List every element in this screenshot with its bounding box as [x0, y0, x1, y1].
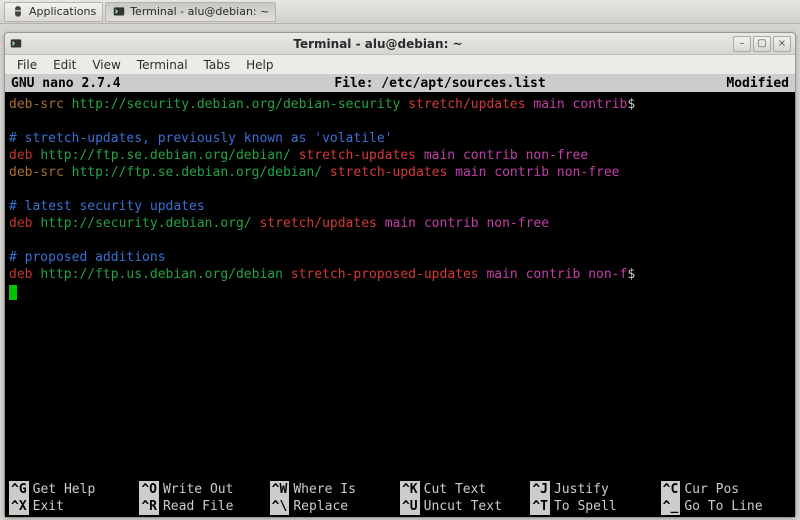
minimize-button[interactable]: –: [733, 36, 751, 52]
nano-key-go-to-line: ^_Go To Line: [661, 498, 791, 515]
menu-help[interactable]: Help: [240, 57, 279, 73]
key-label: Read File: [163, 498, 233, 515]
close-button[interactable]: ×: [773, 36, 791, 52]
terminal-window: Terminal - alu@debian: ~ – ▢ × FileEditV…: [4, 32, 796, 518]
key-label: Cut Text: [424, 481, 487, 498]
key-label: Uncut Text: [424, 498, 502, 515]
nano-key-to-spell: ^TTo Spell: [530, 498, 660, 515]
key-label: Exit: [33, 498, 64, 515]
nano-title-version: GNU nano 2.7.4: [11, 75, 211, 92]
source-line: deb http://ftp.se.debian.org/debian/ str…: [9, 147, 791, 164]
menu-terminal[interactable]: Terminal: [131, 57, 194, 73]
key-label: Get Help: [33, 481, 96, 498]
nano-key-cut-text: ^KCut Text: [400, 481, 530, 498]
key-label: Cur Pos: [684, 481, 739, 498]
key-combo: ^G: [9, 481, 29, 498]
key-label: Where Is: [293, 481, 356, 498]
nano-title-filename: File: /etc/apt/sources.list: [211, 75, 669, 92]
key-combo: ^K: [400, 481, 420, 498]
applications-menu-button[interactable]: Applications: [4, 2, 103, 22]
nano-key-where-is: ^WWhere Is: [270, 481, 400, 498]
nano-key-cur-pos: ^CCur Pos: [661, 481, 791, 498]
menu-edit[interactable]: Edit: [47, 57, 82, 73]
key-combo: ^R: [139, 498, 159, 515]
key-combo: ^_: [661, 498, 681, 515]
source-line: [9, 181, 791, 198]
key-label: To Spell: [554, 498, 617, 515]
menu-file[interactable]: File: [11, 57, 43, 73]
source-line: # latest security updates: [9, 198, 791, 215]
key-combo: ^C: [661, 481, 681, 498]
source-line: # proposed additions: [9, 249, 791, 266]
terminal-icon: [9, 37, 23, 51]
nano-key-uncut-text: ^UUncut Text: [400, 498, 530, 515]
nano-key-get-help: ^GGet Help: [9, 481, 139, 498]
text-cursor: [9, 285, 17, 300]
nano-keybar: ^GGet Help^OWrite Out^WWhere Is^KCut Tex…: [5, 481, 795, 517]
nano-key-replace: ^\Replace: [270, 498, 400, 515]
terminal-body[interactable]: GNU nano 2.7.4 File: /etc/apt/sources.li…: [5, 75, 795, 517]
nano-buffer[interactable]: deb-src http://security.debian.org/debia…: [5, 92, 795, 481]
source-line: deb-src http://security.debian.org/debia…: [9, 96, 791, 113]
window-title: Terminal - alu@debian: ~: [29, 37, 727, 51]
source-line: [9, 113, 791, 130]
key-combo: ^\: [270, 498, 290, 515]
cursor-line: [9, 283, 791, 300]
key-label: Write Out: [163, 481, 233, 498]
taskbar-entry-terminal[interactable]: Terminal - alu@debian: ~: [105, 2, 276, 22]
source-line: deb http://security.debian.org/ stretch/…: [9, 215, 791, 232]
maximize-button[interactable]: ▢: [753, 36, 771, 52]
source-line: # stretch-updates, previously known as '…: [9, 130, 791, 147]
source-line: [9, 232, 791, 249]
key-combo: ^W: [270, 481, 290, 498]
key-label: Replace: [293, 498, 348, 515]
nano-key-justify: ^JJustify: [530, 481, 660, 498]
key-combo: ^J: [530, 481, 550, 498]
taskbar-entry-label: Terminal - alu@debian: ~: [130, 5, 269, 18]
window-controls: – ▢ ×: [733, 36, 791, 52]
source-line: deb-src http://ftp.se.debian.org/debian/…: [9, 164, 791, 181]
mouse-icon: [11, 5, 25, 19]
system-taskbar: Applications Terminal - alu@debian: ~: [0, 0, 800, 24]
key-combo: ^T: [530, 498, 550, 515]
nano-key-exit: ^XExit: [9, 498, 139, 515]
nano-header: GNU nano 2.7.4 File: /etc/apt/sources.li…: [5, 75, 795, 92]
source-line: deb http://ftp.us.debian.org/debian stre…: [9, 266, 791, 283]
window-titlebar[interactable]: Terminal - alu@debian: ~ – ▢ ×: [5, 33, 795, 55]
key-label: Go To Line: [684, 498, 762, 515]
key-combo: ^U: [400, 498, 420, 515]
nano-title-status: Modified: [669, 75, 789, 92]
applications-label: Applications: [29, 5, 96, 18]
key-combo: ^X: [9, 498, 29, 515]
nano-key-read-file: ^RRead File: [139, 498, 269, 515]
menu-view[interactable]: View: [86, 57, 126, 73]
window-menubar: FileEditView TerminalTabsHelp: [5, 55, 795, 75]
key-combo: ^O: [139, 481, 159, 498]
menu-tabs[interactable]: Tabs: [198, 57, 237, 73]
nano-key-write-out: ^OWrite Out: [139, 481, 269, 498]
key-label: Justify: [554, 481, 609, 498]
terminal-icon: [112, 5, 126, 19]
